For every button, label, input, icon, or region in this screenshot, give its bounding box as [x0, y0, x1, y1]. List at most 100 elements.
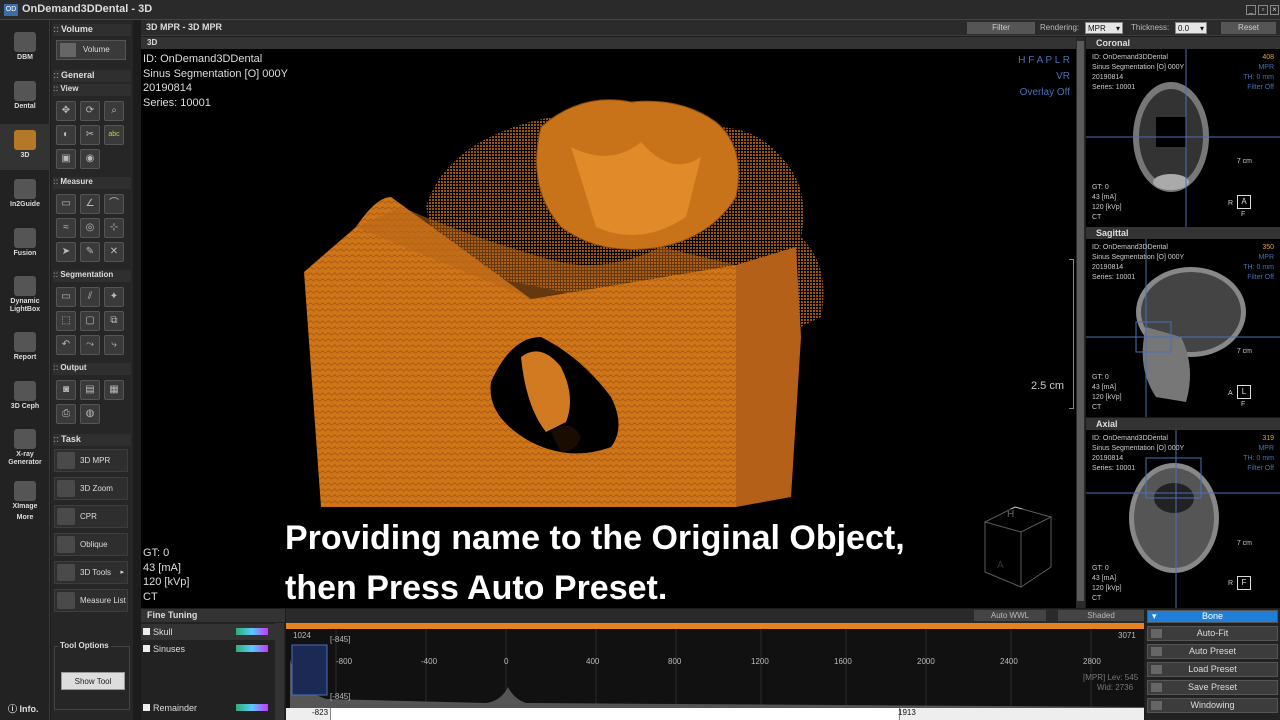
- module-dynamic-lightbox[interactable]: Dynamic LightBox: [0, 270, 50, 320]
- color-swatch[interactable]: [236, 628, 268, 635]
- module-report[interactable]: Report: [0, 326, 50, 372]
- remainder-checkbox[interactable]: [143, 704, 150, 711]
- crop-icon[interactable]: ⬚: [56, 311, 76, 331]
- curve-icon[interactable]: ⌒: [104, 194, 124, 214]
- axial-info: ID: OnDemand3DDental Sinus Segmentation […: [1092, 435, 1185, 472]
- preset-panel: ▾ Bone Auto-Fit Auto Preset Load Preset S…: [1145, 609, 1280, 720]
- histogram-chart[interactable]: [286, 629, 1144, 708]
- reset-view-icon[interactable]: ◉: [80, 149, 100, 169]
- print-icon[interactable]: ⎙: [56, 404, 76, 424]
- zoom-icon[interactable]: ⌕: [104, 101, 124, 121]
- contrast-icon[interactable]: ◐: [56, 125, 76, 145]
- preset-select[interactable]: ▾ Bone: [1147, 610, 1278, 623]
- pencil-icon[interactable]: ✎: [80, 242, 100, 262]
- object-row-skull[interactable]: Skull: [141, 624, 275, 640]
- module-more[interactable]: More: [0, 512, 50, 528]
- sinuses-checkbox[interactable]: [143, 645, 150, 652]
- pan-icon[interactable]: ✥: [56, 101, 76, 121]
- module-in2guide[interactable]: In2Guide: [0, 173, 50, 219]
- cpr-icon: [57, 508, 75, 525]
- oblique-icon: [57, 536, 75, 553]
- module-xray-generator[interactable]: X-ray Generator: [0, 423, 50, 473]
- arrow-icon[interactable]: ➤: [56, 242, 76, 262]
- task-3d-zoom[interactable]: 3D Zoom: [54, 477, 128, 500]
- scissors-icon[interactable]: ✂: [80, 125, 100, 145]
- color-swatch[interactable]: [236, 645, 268, 652]
- rendering-select[interactable]: MPR ▾: [1085, 22, 1123, 34]
- axial-view[interactable]: Axial ID: OnDemand3DDental Sinus Segmenta…: [1086, 418, 1280, 608]
- module-3d[interactable]: 3D: [0, 124, 50, 170]
- segment-box-icon[interactable]: ▭: [56, 287, 76, 307]
- windowing-button[interactable]: Windowing: [1147, 698, 1278, 713]
- rotate-icon[interactable]: ⟳: [80, 101, 100, 121]
- task-oblique[interactable]: Oblique: [54, 533, 128, 556]
- disc-icon[interactable]: ◍: [80, 404, 100, 424]
- coronal-view[interactable]: Coronal ID: OnDemand3DDental Sinus Segmen…: [1086, 37, 1280, 227]
- scale-label: 2.5 cm: [1031, 380, 1065, 392]
- mpr-panel: Coronal ID: OnDemand3DDental Sinus Segmen…: [1086, 37, 1280, 608]
- hist-tick: 800: [668, 657, 682, 666]
- load-preset-button[interactable]: Load Preset: [1147, 662, 1278, 677]
- color-swatch[interactable]: [236, 704, 268, 711]
- clipboard-icon[interactable]: ▤: [80, 380, 100, 400]
- viewport-scrollbar[interactable]: [1076, 37, 1085, 608]
- filter-button[interactable]: Filter: [967, 22, 1035, 34]
- hist-tick: 2400: [1000, 657, 1018, 666]
- show-tool-button[interactable]: Show Tool: [61, 672, 125, 690]
- segment-knife-icon[interactable]: ⫽: [80, 287, 100, 307]
- object-row-remainder[interactable]: Remainder: [141, 700, 275, 716]
- window-range-bar[interactable]: -823 1913: [286, 708, 1144, 720]
- auto-fit-button[interactable]: Auto-Fit: [1147, 626, 1278, 641]
- object-row-sinuses[interactable]: Sinuses: [141, 641, 275, 657]
- capture-icon[interactable]: ▣: [56, 149, 76, 169]
- volume-button[interactable]: Volume: [56, 40, 126, 60]
- sagittal-view[interactable]: Sagittal ID: OnDemand3DDental Sinus Segme…: [1086, 227, 1280, 417]
- annotation-icon[interactable]: abc: [104, 125, 124, 145]
- axial-params: 319 MPR TH: 0 mm Filter Off: [1243, 435, 1274, 472]
- close-icon[interactable]: ×: [1270, 5, 1279, 15]
- minimize-icon[interactable]: _: [1246, 5, 1256, 15]
- auto-preset-button[interactable]: Auto Preset: [1147, 644, 1278, 659]
- info-button[interactable]: ⓘ Info.: [8, 702, 39, 715]
- point-icon[interactable]: ⊹: [104, 218, 124, 238]
- sculpt-alt-icon[interactable]: ⤷: [104, 335, 124, 355]
- task-cpr[interactable]: CPR: [54, 505, 128, 528]
- save-preset-button[interactable]: Save Preset: [1147, 680, 1278, 695]
- auto-wwl-button[interactable]: Auto WWL: [974, 610, 1046, 621]
- fine-tuning-scrollbar[interactable]: [275, 623, 284, 720]
- task-3d-tools[interactable]: 3D Tools ▸: [54, 561, 128, 584]
- module-fusion[interactable]: Fusion: [0, 222, 50, 268]
- undo-icon[interactable]: ↶: [56, 335, 76, 355]
- task-3d-mpr[interactable]: 3D MPR: [54, 449, 128, 472]
- module-dbm[interactable]: DBM: [0, 26, 50, 72]
- shaded-button[interactable]: Shaded: [1058, 610, 1144, 621]
- range-low: -823: [312, 708, 329, 717]
- hist-tick: 1200: [751, 657, 769, 666]
- circle-measure-icon[interactable]: ◎: [80, 218, 100, 238]
- sculpt-icon[interactable]: ⤳: [80, 335, 100, 355]
- crop-inner-icon[interactable]: ▢: [80, 311, 100, 331]
- module-dental[interactable]: Dental: [0, 75, 50, 121]
- skull-checkbox[interactable]: [143, 628, 150, 635]
- delete-measure-icon[interactable]: ✕: [104, 242, 124, 262]
- sagittal-orient-box: L: [1237, 385, 1251, 399]
- tools-icon: [57, 564, 75, 581]
- scrollbar-thumb[interactable]: [1077, 41, 1084, 601]
- thickness-select[interactable]: 0.0 ▾: [1175, 22, 1207, 34]
- restore-icon[interactable]: ▫: [1258, 5, 1268, 15]
- reset-button[interactable]: Reset: [1221, 22, 1276, 34]
- fit-icon: [1151, 629, 1162, 638]
- segment-paint-icon[interactable]: ✦: [104, 287, 124, 307]
- coronal-params: 408 MPR TH: 0 mm Filter Off: [1243, 54, 1274, 91]
- sagittal-params: 350 MPR TH: 0 mm Filter Off: [1243, 244, 1274, 281]
- ruler-icon[interactable]: ▭: [56, 194, 76, 214]
- 3d-viewport[interactable]: 3D ID: OnDemand3DDental Sinus Segmentati…: [141, 37, 1076, 608]
- angle-icon[interactable]: ∠: [80, 194, 100, 214]
- coronal-acq: GT: 0 43 [mA] 120 [kVp] CT: [1092, 184, 1122, 221]
- save-image-icon[interactable]: ▦: [104, 380, 124, 400]
- copy-icon[interactable]: ⧉: [104, 311, 124, 331]
- profile-icon[interactable]: ≈: [56, 218, 76, 238]
- camera-icon[interactable]: ◙: [56, 380, 76, 400]
- task-measure-list[interactable]: Measure List: [54, 589, 128, 612]
- module-3d-ceph[interactable]: 3D Ceph: [0, 375, 50, 421]
